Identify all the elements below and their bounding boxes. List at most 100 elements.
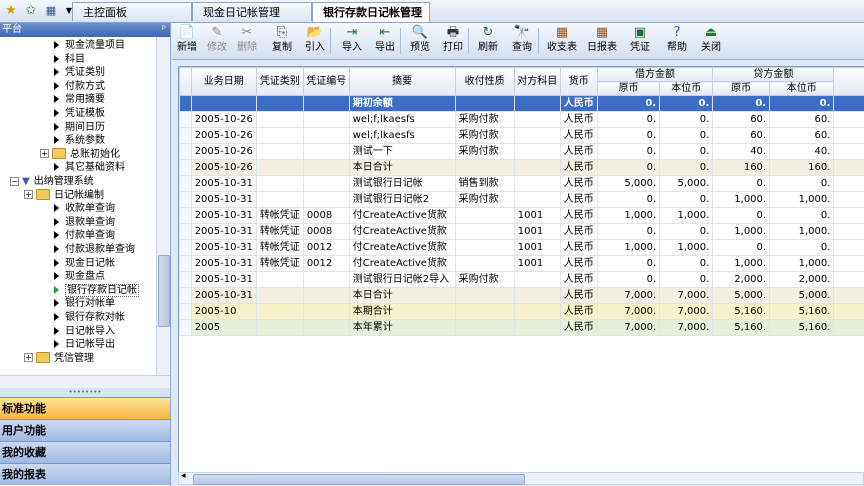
cell-vno[interactable] [302, 303, 350, 320]
tab-cash-journal[interactable]: 现金日记帐管理 [192, 2, 312, 21]
cell-d-local[interactable]: 1,000. [659, 239, 714, 256]
close-icon[interactable]: ✕ [414, 3, 423, 22]
cell-c-local[interactable]: 60. [769, 127, 835, 144]
cell-nature[interactable]: 采购付款 [454, 191, 515, 208]
cell-account[interactable] [513, 319, 561, 336]
row-indicator[interactable] [179, 95, 192, 112]
cell-c-orig[interactable]: 160. [712, 159, 771, 176]
cell-date[interactable]: 2005-10-31 [190, 207, 257, 224]
row-indicator[interactable] [179, 223, 192, 240]
sidebar-item[interactable]: 付款方式 [54, 80, 105, 94]
header-debit[interactable]: 借方金额 [596, 67, 714, 82]
sidebar-item[interactable]: 退款单查询 [54, 216, 115, 230]
sidebar-item[interactable]: 收款单查询 [54, 202, 115, 216]
row-indicator[interactable] [179, 239, 192, 256]
cell-d-orig[interactable]: 7,000. [596, 303, 661, 320]
close-button[interactable]: ⏏ 关闭 [696, 25, 726, 57]
row-indicator[interactable] [179, 143, 192, 160]
cell-summary[interactable]: 付CreateActive货款 [348, 239, 456, 256]
table-row[interactable]: 2005-10-31 转帐凭证 0008 付CreateActive货款 1001 人民币… [179, 207, 864, 224]
cell-c-orig[interactable]: 60. [712, 127, 771, 144]
cell-d-orig[interactable]: 7,000. [596, 287, 661, 304]
cell-d-local[interactable]: 0. [659, 95, 714, 112]
cell-summary[interactable]: 测试银行日记帐2 [348, 191, 456, 208]
cell-d-orig[interactable]: 0. [596, 271, 661, 288]
sidebar-item[interactable]: 系统参数 [54, 134, 105, 148]
header-date[interactable]: 业务日期 [190, 67, 257, 96]
header-summary[interactable]: 摘要 [348, 67, 456, 96]
cell-summary[interactable]: 测试银行日记帐 [348, 175, 456, 192]
star-icon[interactable]: ★ [2, 2, 20, 20]
cell-d-orig[interactable]: 0. [596, 223, 661, 240]
sidebar-item[interactable]: 付款退款单查询 [54, 243, 135, 257]
cell-d-orig[interactable]: 0. [596, 191, 661, 208]
sidebar-item[interactable]: 现金流量项目 [54, 39, 125, 53]
cell-vno[interactable]: 0012 [302, 255, 350, 272]
panel-my-reports[interactable]: 我的报表 [0, 463, 170, 485]
cell-currency[interactable]: 人民币 [559, 303, 598, 320]
cell-d-local[interactable]: 0. [659, 271, 714, 288]
cell-vtype[interactable]: 转帐凭证 [255, 223, 304, 240]
sidebar-item[interactable]: + 总账初始化 [40, 148, 120, 162]
sidebar-item[interactable]: 凭证模板 [54, 107, 105, 121]
cell-c-orig[interactable]: 1,000. [712, 223, 771, 240]
cell-date[interactable] [190, 95, 257, 112]
cell-d-orig[interactable]: 1,000. [596, 239, 661, 256]
cell-d-orig[interactable]: 0. [596, 159, 661, 176]
cell-nature[interactable] [454, 223, 515, 240]
cell-c-orig[interactable]: 5,160. [712, 319, 771, 336]
cell-c-local[interactable]: 1,000. [769, 255, 835, 272]
cell-account[interactable]: 1001 [513, 207, 561, 224]
cell-c-orig[interactable]: 40. [712, 143, 771, 160]
table-row[interactable]: 2005-10-31 转帐凭证 0012 付CreateActive货款 1001 人民币… [179, 255, 864, 272]
sidebar-item[interactable]: + 日记帐编制 [24, 189, 104, 203]
cell-nature[interactable]: 采购付款 [454, 271, 515, 288]
cell-vno[interactable] [302, 191, 350, 208]
table-row[interactable]: 2005-10-26 wel;f;lkaesfs 采购付款 人民币 0. 0. 60. 60. [179, 111, 864, 128]
edit-button[interactable]: ✎ 修改 [204, 25, 230, 57]
table-row[interactable]: 2005 本年累计 人民币 7,000. 7,000. 5,160. 5,160. [179, 319, 864, 336]
row-indicator[interactable] [179, 271, 192, 288]
cell-account[interactable] [513, 271, 561, 288]
query-button[interactable]: 🔭 查询 [506, 25, 538, 57]
row-indicator[interactable] [179, 255, 192, 272]
sidebar-item[interactable]: 期间日历 [54, 121, 105, 135]
sidebar-item[interactable]: 银行对帐单 [54, 297, 115, 311]
table-row[interactable]: 2005-10-26 测试一下 采购付款 人民币 0. 0. 40. 40. [179, 143, 864, 160]
sidebar-item[interactable]: 付款单查询 [54, 229, 115, 243]
header-account[interactable]: 对方科目 [513, 67, 561, 96]
cell-c-local[interactable]: 0. [769, 95, 835, 112]
cell-currency[interactable]: 人民币 [559, 287, 598, 304]
header-nature[interactable]: 收付性质 [454, 67, 515, 96]
cell-vno[interactable] [302, 159, 350, 176]
table-row[interactable]: 2005-10-31 转帐凭证 0008 付CreateActive货款 1001 人民币… [179, 223, 864, 240]
cell-c-local[interactable]: 5,160. [769, 319, 835, 336]
sidebar-item[interactable]: 现金盘点 [54, 270, 105, 284]
cell-date[interactable]: 2005-10-31 [190, 223, 257, 240]
refresh-button[interactable]: ↻ 刷新 [474, 25, 502, 57]
scroll-left-icon[interactable]: ◂ [181, 471, 186, 481]
sidebar-item[interactable]: 银行存款对帐 [54, 311, 125, 325]
cell-date[interactable]: 2005-10-26 [190, 111, 257, 128]
cell-c-local[interactable]: 2,000. [769, 271, 835, 288]
cell-date[interactable]: 2005 [190, 319, 257, 336]
cell-vno[interactable] [302, 127, 350, 144]
sidebar-item[interactable]: 日记帐导入 [54, 325, 115, 339]
row-indicator[interactable] [179, 207, 192, 224]
cell-currency[interactable]: 人民币 [559, 223, 598, 240]
cell-vno[interactable]: 0008 [302, 207, 350, 224]
cell-currency[interactable]: 人民币 [559, 271, 598, 288]
cell-nature[interactable] [454, 207, 515, 224]
cell-c-local[interactable]: 60. [769, 111, 835, 128]
cell-d-orig[interactable]: 0. [596, 143, 661, 160]
cell-currency[interactable]: 人民币 [559, 207, 598, 224]
cell-c-orig[interactable]: 0. [712, 175, 771, 192]
cell-nature[interactable]: 销售到款 [454, 175, 515, 192]
table-row[interactable]: 2005-10-31 测试银行日记帐2导入 采购付款 人民币 0. 0. 2,000. 2,0… [179, 271, 864, 288]
cell-vtype[interactable] [255, 143, 304, 160]
cell-c-orig[interactable]: 5,160. [712, 303, 771, 320]
cell-d-orig[interactable]: 0. [596, 95, 661, 112]
expand-icon[interactable]: + [24, 190, 33, 200]
pin-icon[interactable]: ᵖ [162, 23, 166, 37]
cell-vno[interactable]: 0008 [302, 223, 350, 240]
